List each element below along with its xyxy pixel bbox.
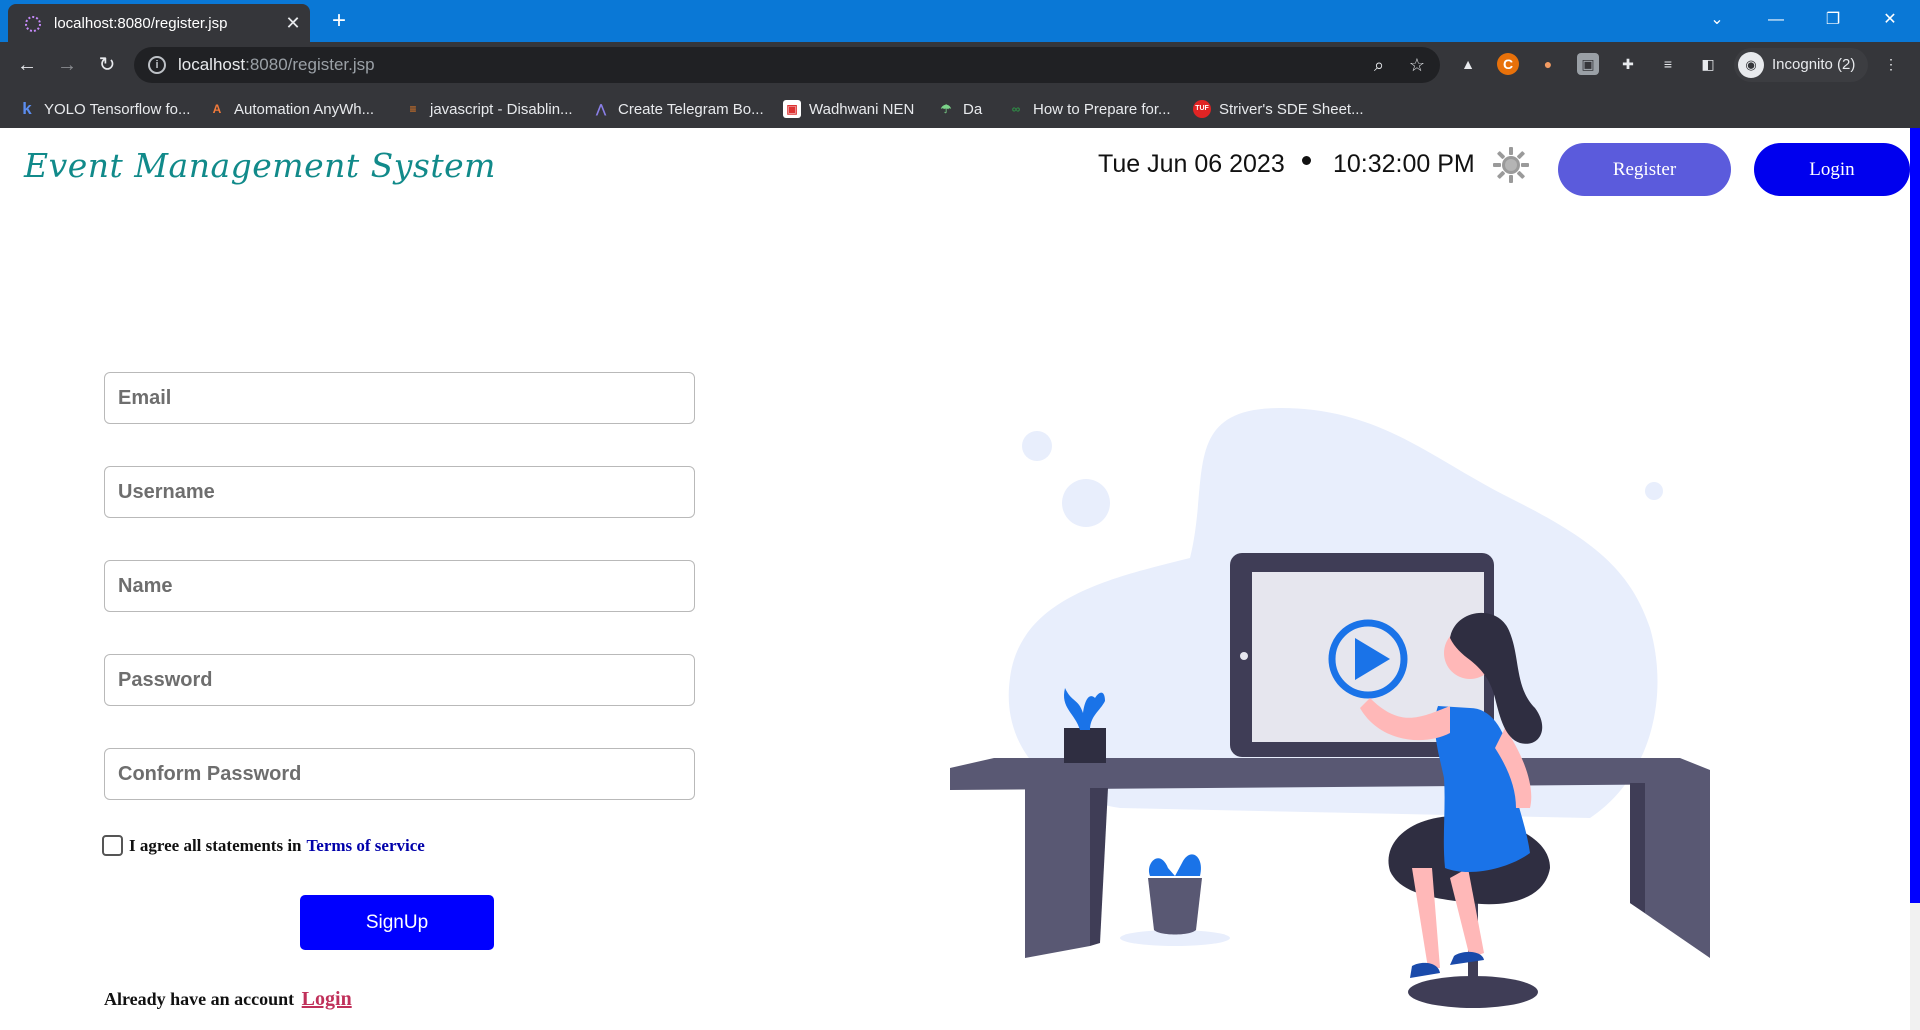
browser-menu-icon[interactable]: ⋮: [1880, 53, 1902, 75]
register-button[interactable]: Register: [1558, 143, 1731, 196]
incognito-label: Incognito (2): [1772, 56, 1856, 73]
bookmark-item[interactable]: ∞ How to Prepare for...: [1007, 98, 1171, 120]
address-bar[interactable]: i localhost:8080/register.jsp ⌕ ☆: [134, 47, 1440, 83]
agree-text: I agree all statements in: [129, 835, 302, 855]
bookmark-item[interactable]: k YOLO Tensorflow fo...: [18, 98, 190, 120]
current-date: Tue Jun 06 2023: [1098, 150, 1285, 178]
login-link[interactable]: Login: [302, 988, 352, 1010]
restore-icon[interactable]: ❐: [1818, 6, 1848, 34]
tab-search-chevron-icon[interactable]: ⌄: [1702, 6, 1732, 34]
bookmark-item[interactable]: ☂ Da: [937, 98, 983, 120]
incognito-profile-button[interactable]: ◉ Incognito (2): [1734, 48, 1868, 82]
k-logo-icon: k: [22, 99, 32, 118]
brand-title[interactable]: Event Management System: [24, 146, 496, 185]
back-arrow-icon[interactable]: ←: [13, 51, 41, 79]
bookmark-label: How to Prepare for...: [1033, 100, 1171, 118]
have-account-row: Already have an account Login: [104, 988, 352, 1011]
terms-agreement-row: I agree all statements in Terms of servi…: [102, 835, 425, 856]
bookmark-item[interactable]: ≡ javascript - Disablin...: [404, 98, 573, 120]
have-account-text: Already have an account: [104, 989, 295, 1009]
signup-button[interactable]: SignUp: [300, 895, 494, 950]
terms-of-service-link[interactable]: Terms of service: [307, 836, 425, 856]
umbrella-icon: ☂: [940, 102, 952, 116]
register-page: Event Management System Tue Jun 06 2023 …: [0, 128, 1920, 1030]
bookmark-item[interactable]: A Automation AnyWh...: [208, 98, 374, 120]
tab-title: localhost:8080/register.jsp: [54, 15, 228, 32]
new-tab-icon[interactable]: +: [326, 8, 352, 34]
bookmark-label: Striver's SDE Sheet...: [1219, 100, 1364, 118]
minimize-icon[interactable]: —: [1761, 6, 1791, 34]
bookmark-item[interactable]: ▣ Wadhwani NEN: [783, 98, 914, 120]
confirm-password-field[interactable]: [104, 748, 695, 800]
stackoverflow-icon: ≡: [409, 102, 417, 116]
browser-titlebar: localhost:8080/register.jsp ✕ + ⌄ — ❐ ✕: [0, 0, 1920, 42]
extension-mountain-icon[interactable]: ▲: [1457, 53, 1479, 75]
zoom-icon[interactable]: ⌕: [1368, 54, 1390, 76]
bookmark-label: Create Telegram Bo...: [618, 100, 764, 118]
separator-dot: [1302, 156, 1311, 165]
current-time: 10:32:00 PM: [1333, 150, 1475, 178]
email-field[interactable]: [104, 372, 695, 424]
name-field[interactable]: [104, 560, 695, 612]
bookmark-item[interactable]: ⋀ Create Telegram Bo...: [592, 98, 764, 120]
password-field[interactable]: [104, 654, 695, 706]
page-scrollbar-thumb[interactable]: [1910, 128, 1920, 903]
sun-icon[interactable]: [1492, 146, 1530, 184]
extension-image-icon[interactable]: ▣: [1577, 53, 1599, 75]
geeksforgeeks-icon: ∞: [1011, 102, 1021, 116]
bookmarks-bar: k YOLO Tensorflow fo... A Automation Any…: [0, 88, 1920, 128]
close-window-icon[interactable]: ✕: [1875, 6, 1905, 34]
incognito-icon: ◉: [1738, 52, 1764, 78]
bookmark-label: Da: [963, 100, 983, 118]
tuf-icon: TUF: [1193, 100, 1211, 118]
site-info-icon[interactable]: i: [148, 56, 166, 74]
telegram-bot-icon: ⋀: [596, 102, 606, 116]
reading-list-icon[interactable]: ≡: [1657, 53, 1679, 75]
bookmark-star-icon[interactable]: ☆: [1406, 54, 1428, 76]
login-button[interactable]: Login: [1754, 143, 1910, 196]
extensions-puzzle-icon[interactable]: ✚: [1617, 53, 1639, 75]
loading-favicon-icon: [25, 16, 41, 32]
bookmark-label: Wadhwani NEN: [809, 100, 915, 118]
automation-anywhere-icon: A: [212, 102, 222, 116]
page-scrollbar-track[interactable]: [1910, 128, 1920, 1030]
bookmark-label: YOLO Tensorflow fo...: [44, 100, 191, 118]
bookmark-label: Automation AnyWh...: [234, 100, 375, 118]
url-text: localhost:8080/register.jsp: [178, 55, 375, 74]
side-panel-icon[interactable]: ◧: [1697, 53, 1719, 75]
reload-icon[interactable]: ↻: [93, 51, 121, 79]
username-field[interactable]: [104, 466, 695, 518]
extension-capsule-icon[interactable]: ●: [1537, 53, 1559, 75]
browser-tab-active[interactable]: localhost:8080/register.jsp ✕: [8, 4, 310, 42]
terms-checkbox[interactable]: [102, 835, 123, 856]
person-at-desk-illustration: [950, 408, 1710, 1008]
tab-close-icon[interactable]: ✕: [282, 12, 304, 34]
forward-arrow-icon[interactable]: →: [53, 51, 81, 79]
extension-c-icon[interactable]: C: [1497, 53, 1519, 75]
bookmark-label: javascript - Disablin...: [430, 100, 573, 118]
wadhwani-icon: ▣: [783, 100, 801, 118]
bookmark-item[interactable]: TUF Striver's SDE Sheet...: [1193, 98, 1364, 120]
